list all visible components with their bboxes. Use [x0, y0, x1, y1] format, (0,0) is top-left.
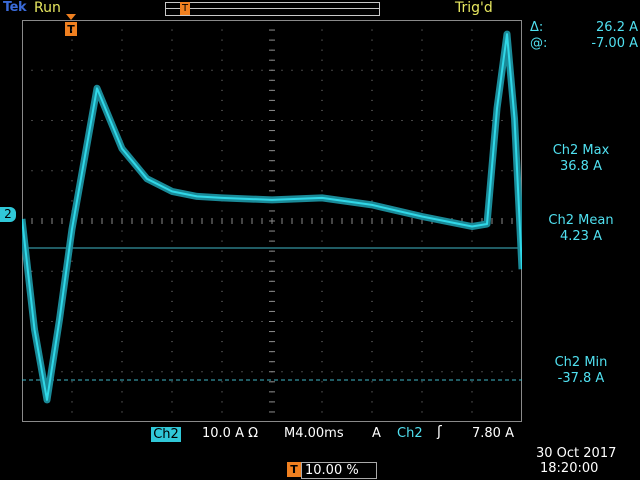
at-value: -7.00 A: [591, 36, 638, 51]
ch2-min-value: -37.8 A: [557, 371, 605, 386]
ch2-max-value: 36.8 A: [560, 159, 602, 174]
ch2-mean-value: 4.23 A: [560, 229, 602, 244]
time-readout: 18:20:00: [540, 461, 599, 476]
brand-logo: Tek: [3, 0, 27, 15]
trigger-position-handle[interactable]: T: [180, 2, 190, 15]
trigger-status: Trig'd: [455, 0, 493, 16]
cursor-delta-readout: Δ: 26.2 A: [530, 20, 638, 35]
trigger-coupling-readout: A: [372, 426, 381, 441]
trigger-source-readout: Ch2: [397, 426, 423, 441]
record-bar-line: [166, 8, 379, 9]
waveform-trace: [22, 33, 522, 401]
delta-value: 26.2 A: [596, 20, 638, 35]
run-status: Run: [34, 0, 61, 16]
delta-symbol: Δ:: [530, 20, 544, 35]
cursor-at-readout: @: -7.00 A: [530, 36, 638, 51]
date-readout: 30 Oct 2017: [536, 446, 617, 461]
vertical-scale-readout: 10.0 A Ω: [202, 426, 259, 441]
ch2-mean-label: Ch2 Mean: [548, 213, 614, 228]
record-position-bar[interactable]: T: [165, 2, 380, 16]
ch2-min-label: Ch2 Min: [554, 355, 608, 370]
channel-2-ground-marker[interactable]: 2: [0, 207, 16, 222]
trigger-position-badge: T: [287, 462, 301, 477]
trigger-slope-icon: ʃ: [437, 424, 442, 440]
trigger-level-readout: 7.80 A: [472, 426, 514, 441]
at-symbol: @:: [530, 36, 548, 51]
trigger-position-readout: 10.00 %: [301, 462, 377, 479]
channel-badge[interactable]: Ch2: [151, 427, 181, 442]
ch2-max-label: Ch2 Max: [552, 143, 610, 158]
timebase-readout: M4.00ms: [284, 426, 344, 441]
waveform-display[interactable]: [22, 20, 522, 422]
